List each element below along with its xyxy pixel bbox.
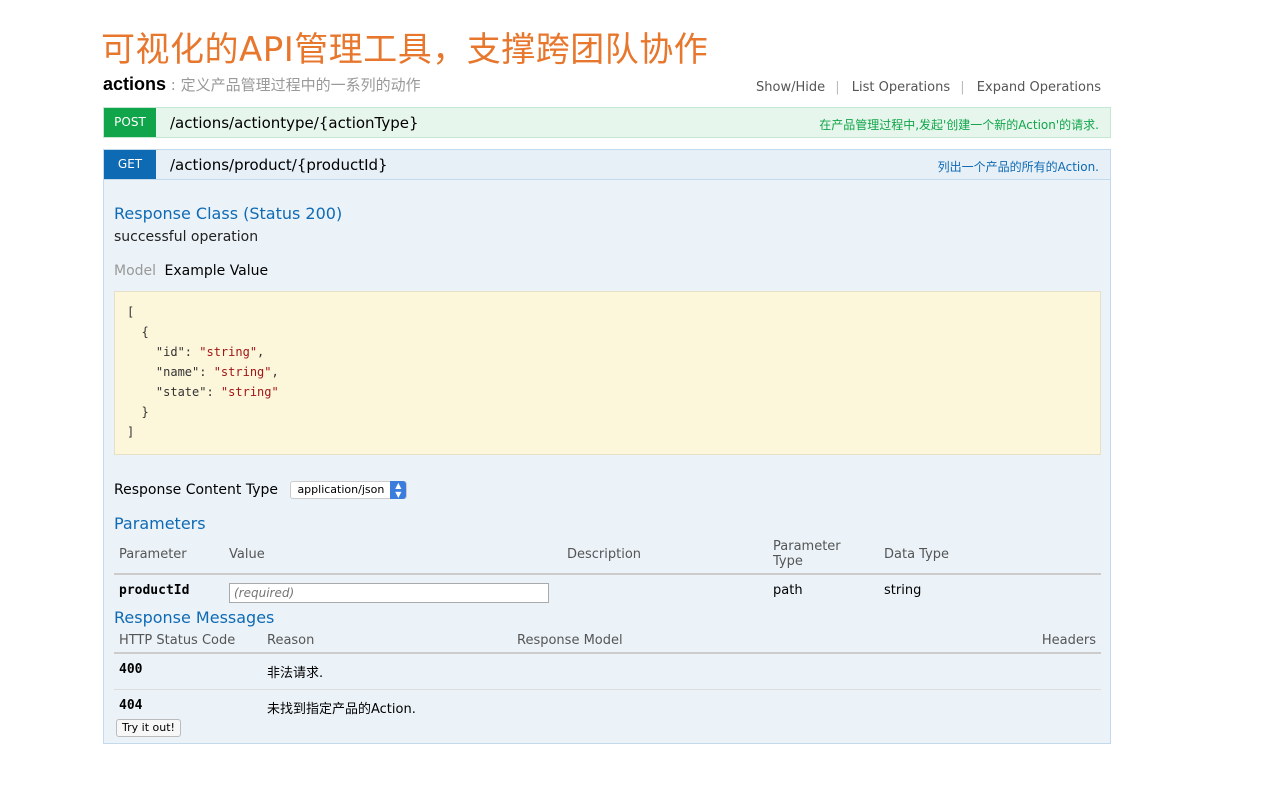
column-header: Response Model bbox=[512, 633, 1001, 654]
headers-cell bbox=[1001, 690, 1101, 726]
parameters-table: Parameter Value Description Parameter Ty… bbox=[114, 539, 1101, 611]
code-key: "name": bbox=[127, 365, 214, 379]
column-header: Value bbox=[224, 539, 562, 575]
operation-path[interactable]: /actions/product/{productId} bbox=[170, 156, 388, 174]
status-code: 400 bbox=[114, 653, 262, 690]
resource-actions: Show/Hide | List Operations | Expand Ope… bbox=[750, 80, 1101, 95]
resource-name[interactable]: actions bbox=[103, 74, 166, 94]
column-header: Description bbox=[562, 539, 768, 575]
separator: | bbox=[835, 80, 840, 95]
operation-summary[interactable]: 在产品管理过程中,发起'创建一个新的Action'的请求. bbox=[819, 116, 1099, 133]
reason: 未找到指定产品的Action. bbox=[267, 702, 416, 717]
operation-path[interactable]: /actions/actiontype/{actionType} bbox=[170, 114, 419, 132]
table-row: productId path string bbox=[114, 574, 1101, 611]
table-row: 404 未找到指定产品的Action. bbox=[114, 690, 1101, 726]
select-arrows-icon: ▲ ▼ bbox=[390, 481, 407, 499]
code-value: "string" bbox=[199, 345, 258, 359]
reason: 非法请求. bbox=[262, 653, 512, 690]
param-value-cell bbox=[224, 574, 562, 611]
list-operations-link[interactable]: List Operations bbox=[852, 80, 950, 95]
response-class-text: successful operation bbox=[114, 229, 259, 245]
slide-title: 可视化的API管理工具，支撑跨团队协作 bbox=[101, 30, 709, 70]
example-value-tab[interactable]: Example Value bbox=[165, 263, 269, 279]
operation-summary[interactable]: 列出一个产品的所有的Action. bbox=[938, 158, 1099, 175]
example-value-code[interactable]: [ { "id": "string", "name": "string", "s… bbox=[114, 291, 1101, 455]
response-messages-table: HTTP Status Code Reason Response Model H… bbox=[114, 633, 1101, 725]
response-content-type-label: Response Content Type bbox=[114, 482, 278, 498]
code-value: "string" bbox=[220, 385, 279, 399]
code-line: { bbox=[127, 325, 149, 339]
param-data-type: string bbox=[884, 583, 922, 598]
response-messages-heading: Response Messages bbox=[114, 608, 275, 627]
operation-get[interactable]: GET /actions/product/{productId} 列出一个产品的… bbox=[103, 149, 1111, 180]
operation-post[interactable]: POST /actions/actiontype/{actionType} 在产… bbox=[103, 107, 1111, 138]
param-name: productId bbox=[119, 583, 190, 598]
code-value: "string" bbox=[213, 365, 272, 379]
model-tabs: Model Example Value bbox=[114, 263, 268, 279]
model-tab[interactable]: Model bbox=[114, 263, 156, 279]
product-id-input[interactable] bbox=[229, 583, 549, 603]
column-header: Data Type bbox=[879, 539, 1101, 575]
column-header: HTTP Status Code bbox=[114, 633, 262, 654]
response-model bbox=[512, 690, 1001, 726]
column-header: Parameter bbox=[114, 539, 224, 575]
param-description bbox=[562, 574, 768, 611]
content-type-value: application/json bbox=[297, 483, 385, 496]
column-header: Reason bbox=[262, 633, 512, 654]
method-badge-get[interactable]: GET bbox=[104, 150, 156, 179]
code-line: } bbox=[127, 405, 149, 419]
response-content-type: Response Content Type application/json ▲… bbox=[114, 481, 408, 499]
param-type: path bbox=[773, 583, 803, 598]
column-header: Headers bbox=[1001, 633, 1101, 654]
code-key: "id": bbox=[127, 345, 200, 359]
code-line: [ bbox=[127, 305, 135, 319]
separator: | bbox=[960, 80, 965, 95]
code-key: "state": bbox=[127, 385, 221, 399]
resource-header: actions : 定义产品管理过程中的一系列的动作 Show/Hide | L… bbox=[103, 74, 1111, 100]
operation-details: Response Class (Status 200) successful o… bbox=[103, 180, 1111, 744]
code-line: ] bbox=[127, 425, 135, 439]
show-hide-link[interactable]: Show/Hide bbox=[756, 80, 825, 95]
response-model bbox=[512, 653, 1001, 690]
response-class-heading: Response Class (Status 200) bbox=[114, 204, 343, 223]
table-row: 400 非法请求. bbox=[114, 653, 1101, 690]
method-badge-post[interactable]: POST bbox=[104, 108, 156, 137]
expand-operations-link[interactable]: Expand Operations bbox=[977, 80, 1101, 95]
content-type-select[interactable]: application/json ▲ ▼ bbox=[290, 481, 408, 499]
resource-description: : 定义产品管理过程中的一系列的动作 bbox=[166, 76, 421, 94]
try-it-out-button[interactable]: Try it out! bbox=[116, 719, 181, 737]
parameters-heading: Parameters bbox=[114, 514, 206, 533]
column-header: Parameter Type bbox=[768, 539, 879, 575]
headers-cell bbox=[1001, 653, 1101, 690]
